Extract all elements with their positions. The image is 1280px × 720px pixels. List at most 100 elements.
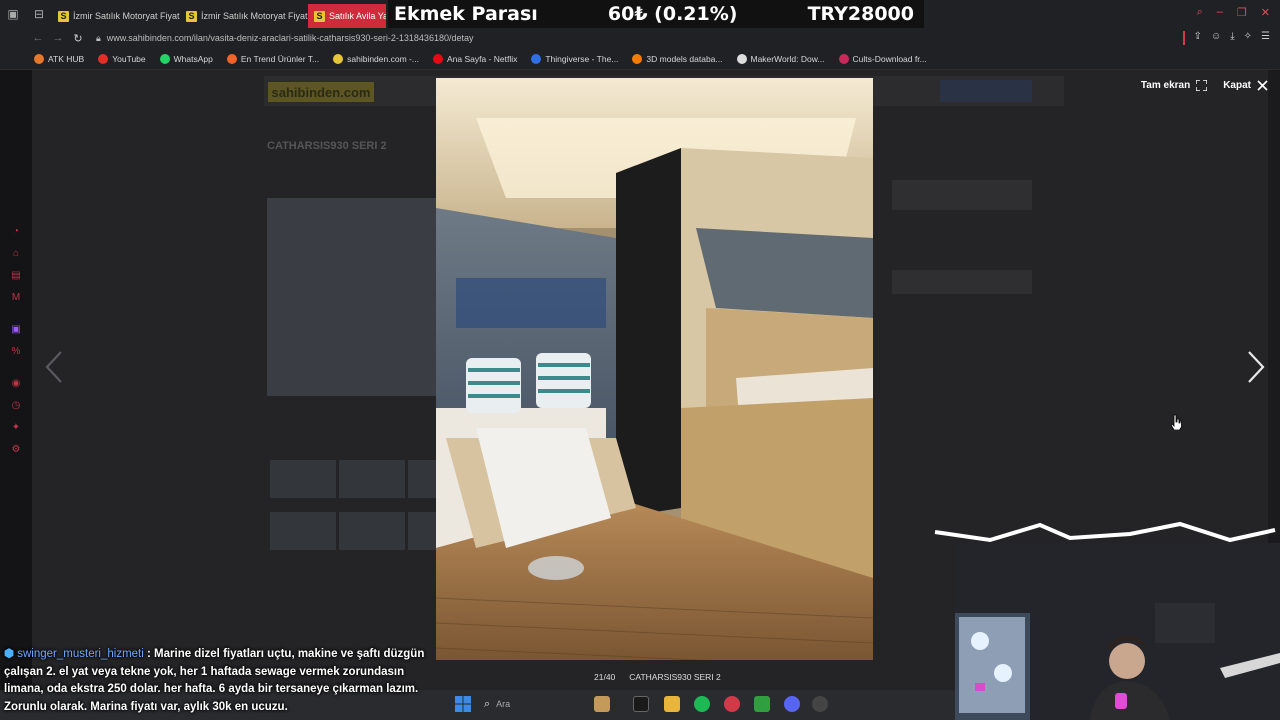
- player-icon[interactable]: ◉: [10, 378, 22, 390]
- thumbnail: [270, 512, 336, 550]
- bookmark-item[interactable]: Thingiverse - The...: [531, 53, 619, 64]
- url-field[interactable]: 🔒︎ www.sahibinden.com/ilan/vasita-deniz-…: [96, 33, 473, 44]
- window-controls: ⌕ – ❐ ✕: [1197, 6, 1270, 19]
- lock-icon: 🔒︎: [96, 32, 101, 43]
- download-icon[interactable]: ⤓: [1230, 31, 1234, 45]
- settings-gear-icon[interactable]: ⚙: [10, 444, 22, 456]
- bookmark-item[interactable]: ATK HUB: [34, 53, 85, 64]
- opera-gx-icon[interactable]: [724, 696, 740, 712]
- tab-label: İzmir Satılık Motoryat Fiyatları: [201, 11, 308, 21]
- tab-2[interactable]: S İzmir Satılık Motoryat Fiyatları: [180, 4, 308, 28]
- percent-icon[interactable]: %: [10, 346, 22, 358]
- bookmark-favicon-icon: [34, 53, 44, 64]
- browser-sidebar: ◔ ⌂ ▤ M ▣ % ◉ ◷ ✦ ⚙: [0, 70, 32, 690]
- bookmark-label: MakerWorld: Dow...: [750, 53, 825, 64]
- tab-overview-icon[interactable]: ⊟: [26, 0, 52, 28]
- bookmark-favicon-icon: [531, 53, 542, 64]
- close-label: Kapat: [1223, 80, 1251, 91]
- bookmark-label: ATK HUB: [48, 53, 85, 64]
- ticker-change: 60₺ (0.21%): [607, 3, 738, 25]
- address-bar-actions: ⇪ ☺ ⤓ ✧ ☰: [1182, 31, 1270, 45]
- webcam-scene: [955, 543, 1280, 720]
- windows-start-icon[interactable]: [455, 696, 471, 712]
- boat-interior-photo: [436, 78, 873, 660]
- notes-icon[interactable]: ▤: [10, 270, 22, 282]
- history-icon[interactable]: ◷: [10, 400, 22, 412]
- menu-icon[interactable]: ☰: [1261, 31, 1270, 45]
- bookmark-item[interactable]: WhatsApp: [159, 53, 213, 64]
- next-photo-arrow-icon[interactable]: [1246, 350, 1266, 384]
- stream-ticker-overlay: Ekmek Parası 60₺ (0.21%) TRY28000: [388, 0, 924, 28]
- thumbnail: [408, 512, 436, 550]
- speed-dial-icon[interactable]: ◔: [10, 226, 22, 238]
- hand-cursor-icon: [1170, 414, 1182, 430]
- tab-3-active[interactable]: S Satılık Avila Yacht: [308, 4, 386, 28]
- minimize-icon[interactable]: –: [1217, 6, 1223, 19]
- sahibinden-favicon-icon: S: [314, 10, 325, 22]
- bookmark-item[interactable]: 3D models databa...: [632, 53, 723, 64]
- thumbnail: [339, 460, 405, 498]
- bag-icon[interactable]: ⌂: [10, 248, 22, 260]
- bookmark-item[interactable]: sahibinden.com -...: [333, 53, 419, 64]
- taskbar-widget-icon[interactable]: [594, 696, 610, 712]
- bookmark-item[interactable]: En Trend Ürünler T...: [226, 53, 320, 64]
- previous-photo-arrow-icon[interactable]: [44, 350, 64, 384]
- bookmark-item[interactable]: Ana Sayfa - Netflix: [432, 53, 517, 64]
- lightbox-actions: Tam ekran Kapat: [1141, 80, 1268, 91]
- bookmark-label: Cults-Download fr...: [852, 53, 927, 64]
- extensions-icon[interactable]: ✦: [10, 422, 22, 434]
- maximize-icon[interactable]: ❐: [1237, 6, 1247, 19]
- close-icon: [1257, 80, 1268, 91]
- bookmark-label: Thingiverse - The...: [545, 53, 619, 64]
- close-button[interactable]: Kapat: [1223, 80, 1268, 91]
- profile-icon[interactable]: ☺: [1211, 31, 1221, 45]
- divider: [1182, 31, 1185, 45]
- mail-icon[interactable]: M: [10, 292, 22, 304]
- taskbar-search[interactable]: ⌕ Ara: [484, 695, 584, 713]
- photo-counter: 21/40: [594, 672, 616, 682]
- fullscreen-button[interactable]: Tam ekran: [1140, 80, 1208, 91]
- forward-button[interactable]: →: [48, 32, 68, 44]
- phone-box: [892, 270, 1032, 294]
- search-icon: ⌕: [484, 697, 491, 710]
- fullscreen-icon: [1196, 80, 1208, 91]
- reload-button[interactable]: ↻: [68, 32, 88, 45]
- search-tabs-icon[interactable]: ⌕: [1197, 6, 1203, 19]
- bookmark-item[interactable]: Cults-Download fr...: [838, 53, 927, 64]
- bookmark-item[interactable]: MakerWorld: Dow...: [736, 53, 825, 64]
- bookmark-label: 3D models databa...: [646, 53, 723, 64]
- bookmark-favicon-icon: [736, 53, 747, 64]
- sahibinden-favicon-icon: S: [58, 10, 69, 22]
- share-icon[interactable]: ⇪: [1194, 31, 1202, 45]
- discord-icon[interactable]: [784, 696, 800, 712]
- back-button[interactable]: ←: [28, 32, 48, 44]
- listing-main-image: [267, 198, 437, 396]
- bookmarks-bar: ATK HUB YouTube WhatsApp En Trend Ürünler T…: [0, 48, 1280, 70]
- url-text: www.sahibinden.com/ilan/vasita-deniz-ara…: [106, 33, 474, 43]
- fullscreen-label: Tam ekran: [1140, 80, 1191, 91]
- window-menu-icon[interactable]: ▣: [0, 0, 26, 28]
- bookmark-label: En Trend Ürünler T...: [240, 53, 320, 64]
- file-explorer-icon[interactable]: [664, 696, 680, 712]
- twitch-icon[interactable]: ▣: [10, 324, 22, 336]
- header-button: [940, 80, 1032, 102]
- site-logo: sahibinden.com: [268, 82, 374, 102]
- thumbnail: [270, 460, 336, 498]
- app-icon[interactable]: [754, 696, 770, 712]
- stream-chat-message: ⬢ swinger_musteri_hizmeti : Marine dizel…: [4, 646, 444, 716]
- bookmark-favicon-icon: [838, 53, 849, 64]
- spotify-icon[interactable]: [694, 696, 710, 712]
- bookmark-item[interactable]: YouTube: [98, 53, 146, 64]
- close-window-icon[interactable]: ✕: [1261, 6, 1270, 19]
- ticker-total: TRY28000: [807, 3, 914, 25]
- tab-1[interactable]: S İzmir Satılık Motoryat Fiyatları: [52, 4, 180, 28]
- ai-icon[interactable]: ✧: [1244, 31, 1252, 45]
- task-view-icon[interactable]: [633, 696, 649, 712]
- search-placeholder: Ara: [496, 699, 511, 709]
- tab-label: İzmir Satılık Motoryat Fiyatları: [73, 11, 180, 21]
- bookmark-favicon-icon: [632, 53, 643, 64]
- bookmark-favicon-icon: [98, 53, 109, 64]
- thumbnail: [408, 460, 436, 498]
- obs-icon[interactable]: [812, 696, 828, 712]
- sahibinden-favicon-icon: S: [186, 10, 197, 22]
